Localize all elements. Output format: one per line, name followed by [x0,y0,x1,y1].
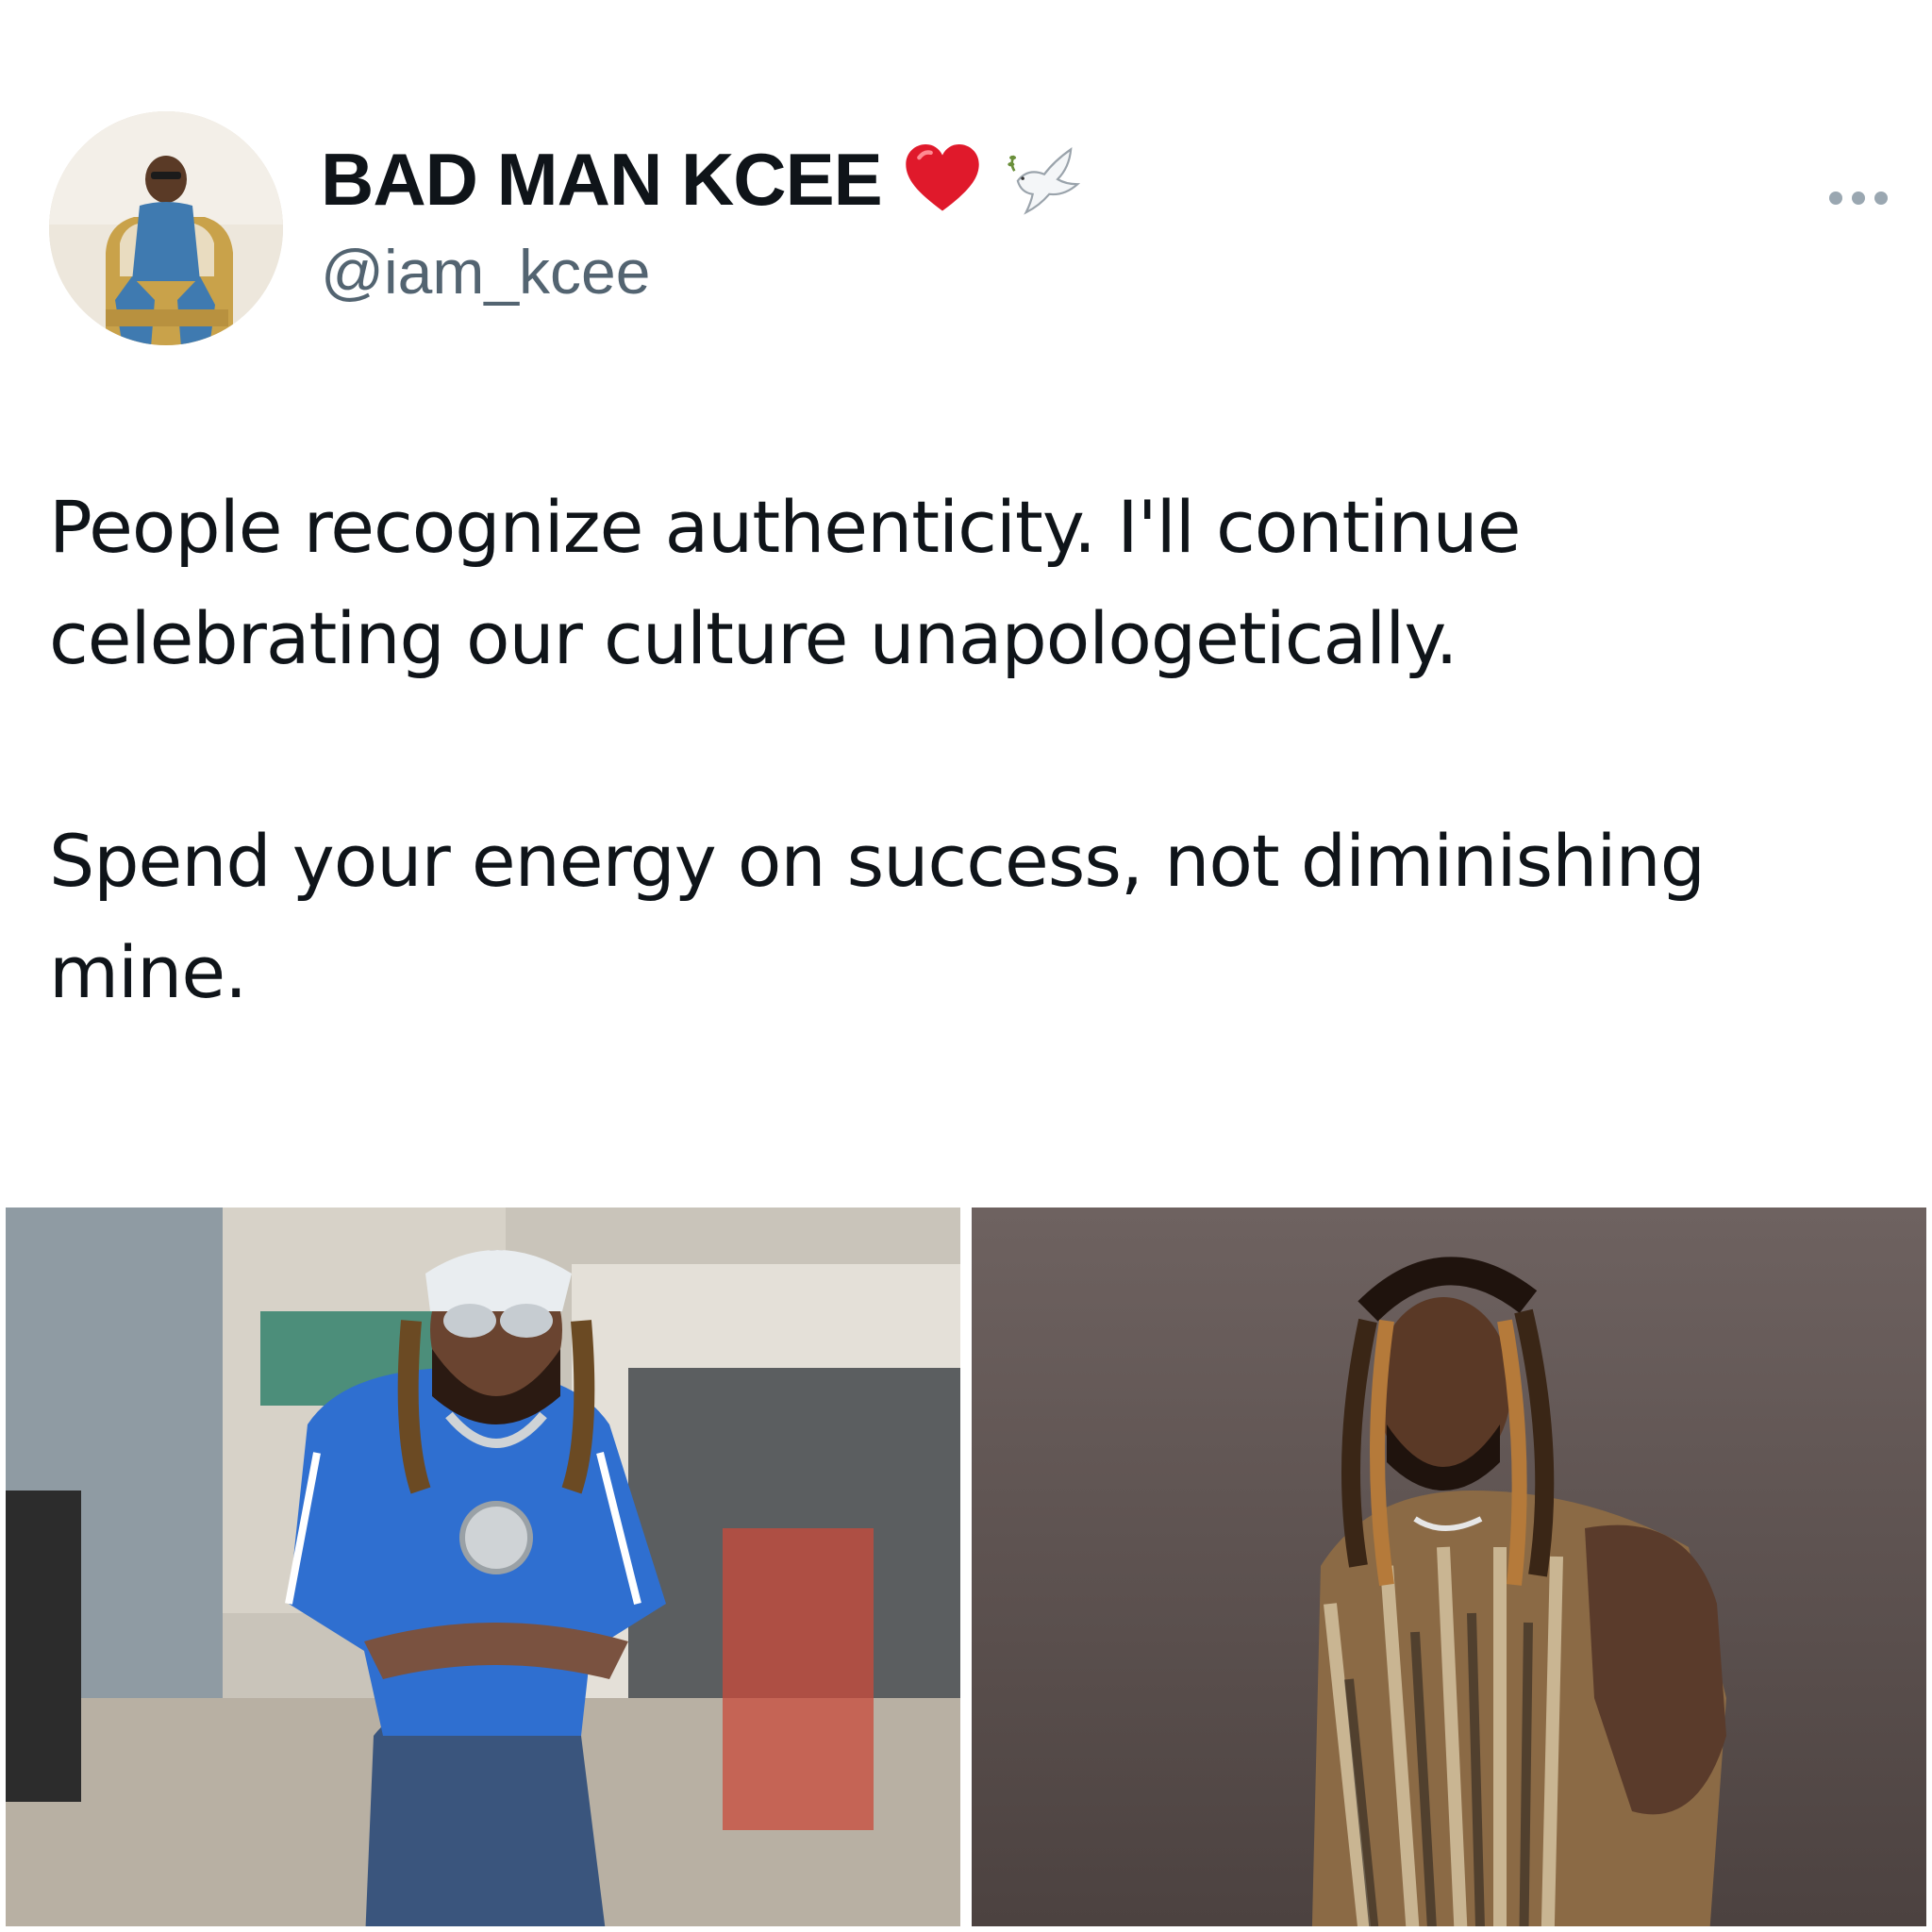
media-photo-right[interactable] [972,1208,1926,1926]
avatar-image [49,111,283,345]
tweet-text: People recognize authenticity. I'll cont… [49,472,1841,1028]
author-handle[interactable]: @iam_kcee [321,236,650,308]
dove-icon [1003,138,1086,221]
display-name[interactable]: BAD MAN KCEE [321,137,883,223]
photo-man-blue-shirt-seated [6,1208,960,1926]
display-name-row: BAD MAN KCEE [321,132,1086,226]
more-horizontal-icon [1829,192,1842,205]
tweet-paragraph: People recognize authenticity. I'll cont… [49,485,1521,680]
tweet-paragraph: Spend your energy on success, not dimini… [49,819,1706,1014]
author-avatar[interactable] [49,111,283,345]
more-options-button[interactable] [1806,170,1911,226]
more-horizontal-icon [1852,192,1865,205]
tweet-media-grid [6,1208,1926,1926]
photo-man-sequin-vest [972,1208,1926,1926]
red-heart-icon [901,138,984,221]
tweet-header: BAD MAN KCEE @iam_kcee [49,111,1889,347]
media-photo-left[interactable] [6,1208,960,1926]
more-horizontal-icon [1874,192,1888,205]
